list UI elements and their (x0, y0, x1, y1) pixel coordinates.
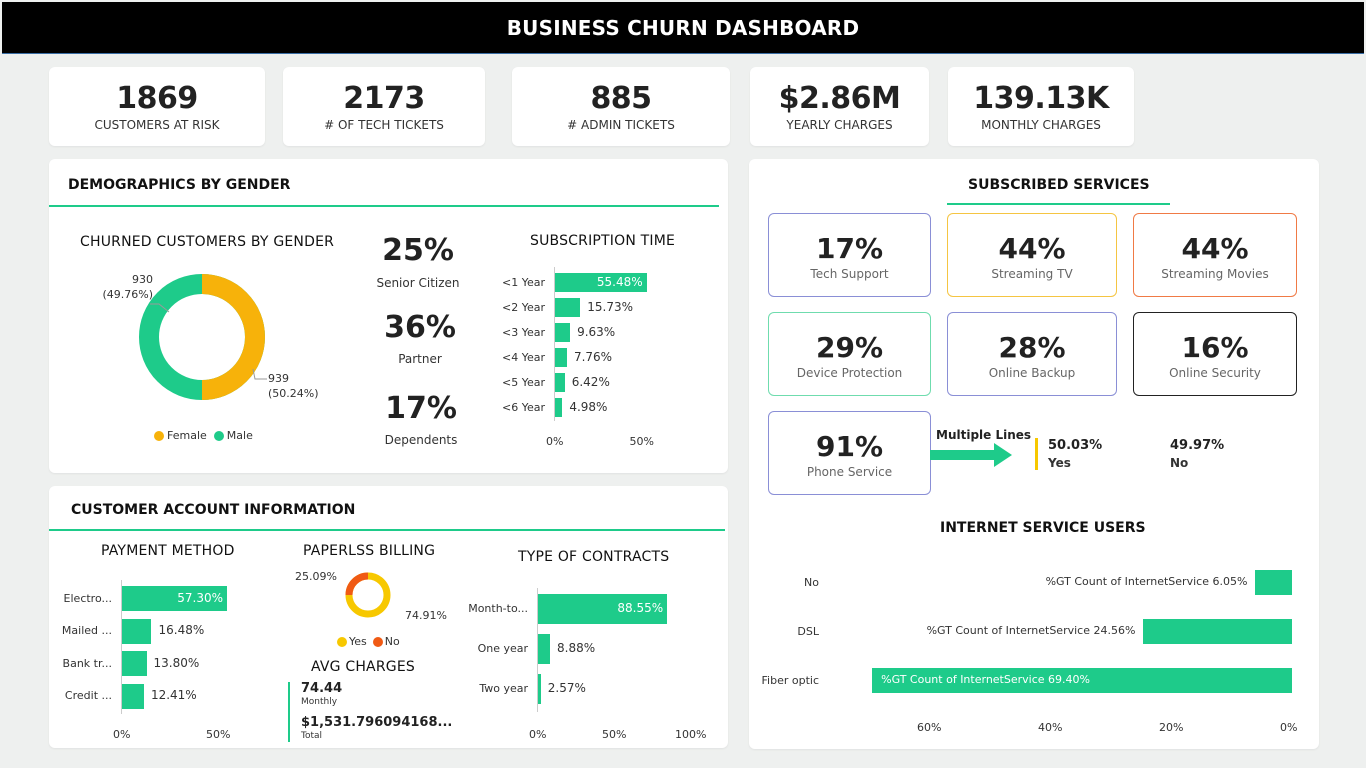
bar-value-label: 9.63% (577, 324, 616, 339)
axis-line (537, 588, 538, 712)
category-label: Month-to... (468, 602, 528, 615)
bar-value-label: 4.98% (569, 399, 608, 414)
category-label: No (804, 575, 819, 589)
dashboard-header: BUSINESS CHURN DASHBOARD (2, 2, 1364, 54)
category-label: <2 Year (501, 300, 545, 314)
axis-tick-label: 60% (917, 721, 942, 734)
bar-value-label: 15.73% (587, 299, 634, 314)
kpi-yearly-charges[interactable]: $2.86M YEARLY CHARGES (750, 67, 929, 146)
category-label: <1 Year (501, 275, 545, 289)
category-label: One year (477, 642, 528, 655)
demographics-panel: DEMOGRAPHICS BY GENDER CHURNED CUSTOMERS… (49, 159, 728, 473)
bar-value-label: 2.57% (547, 681, 586, 695)
kpi-value: 139.13K (973, 81, 1109, 116)
kpi-monthly-charges[interactable]: 139.13K MONTHLY CHARGES (948, 67, 1134, 146)
bar-value-label: %GT Count of InternetService 69.40% (881, 672, 1090, 686)
category-label: <3 Year (501, 325, 545, 339)
services-panel: SUBSCRIBED SERVICES 17% Tech Support 44%… (749, 159, 1319, 749)
kpi-value: 2173 (343, 81, 425, 116)
category-label: Two year (479, 682, 528, 695)
bar[interactable] (1255, 570, 1292, 595)
account-panel: CUSTOMER ACCOUNT INFORMATION PAYMENT MET… (49, 486, 728, 748)
kpi-admin-tickets[interactable]: 885 # ADMIN TICKETS (512, 67, 730, 146)
kpi-label: MONTHLY CHARGES (981, 118, 1101, 132)
kpi-value: 885 (590, 81, 652, 116)
bar[interactable] (554, 373, 565, 392)
axis-tick-label: 50% (602, 728, 627, 741)
axis-tick-label: 100% (675, 728, 707, 741)
kpi-label: # OF TECH TICKETS (324, 118, 444, 132)
bar-value-label: 88.55% (617, 601, 664, 615)
axis-tick-label: 20% (1159, 721, 1184, 734)
axis-tick-label: 40% (1038, 721, 1063, 734)
bar[interactable] (554, 323, 571, 342)
subscription-time-chart[interactable]: <1 Year 55.48% <2 Year 15.73% <3 Year 9.63% <4… (49, 159, 728, 473)
category-label: <5 Year (501, 375, 545, 389)
contracts-chart[interactable]: Month-to... 88.55% One year 8.88% Two year 2.… (49, 486, 728, 748)
category-label: <4 Year (501, 350, 545, 364)
kpi-label: CUSTOMERS AT RISK (94, 118, 220, 132)
kpi-tech-tickets[interactable]: 2173 # OF TECH TICKETS (283, 67, 485, 146)
bar[interactable] (1143, 619, 1292, 644)
bar[interactable] (554, 298, 581, 317)
bar-value-label: %GT Count of InternetService 24.56% (926, 623, 1136, 637)
internet-service-chart[interactable]: No %GT Count of InternetService 6.05% DSL%… (749, 159, 1319, 749)
axis-tick-label: 0% (529, 728, 547, 741)
bar-value-label: 55.48% (596, 274, 643, 289)
category-label: DSL (797, 624, 819, 638)
bar-value-label: 6.42% (571, 374, 610, 389)
kpi-value: 1869 (116, 81, 198, 116)
bar[interactable] (537, 634, 551, 664)
bar[interactable] (554, 348, 567, 367)
dashboard-title: BUSINESS CHURN DASHBOARD (506, 15, 860, 40)
axis-tick-label: 0% (1280, 721, 1298, 734)
category-label: <6 Year (501, 400, 545, 414)
kpi-customers-at-risk[interactable]: 1869 CUSTOMERS AT RISK (49, 67, 265, 146)
axis-line (554, 267, 555, 421)
axis-tick-label: 50% (629, 435, 654, 448)
bar-value-label: 8.88% (557, 641, 596, 655)
bar[interactable] (554, 398, 563, 417)
kpi-label: # ADMIN TICKETS (567, 118, 675, 132)
bar-value-label: 7.76% (573, 349, 613, 364)
category-label: Fiber optic (761, 673, 819, 687)
kpi-label: YEARLY CHARGES (786, 118, 893, 132)
kpi-value: $2.86M (778, 81, 901, 116)
bar-value-label: %GT Count of InternetService 6.05% (1045, 574, 1248, 588)
axis-tick-label: 0% (546, 435, 564, 448)
